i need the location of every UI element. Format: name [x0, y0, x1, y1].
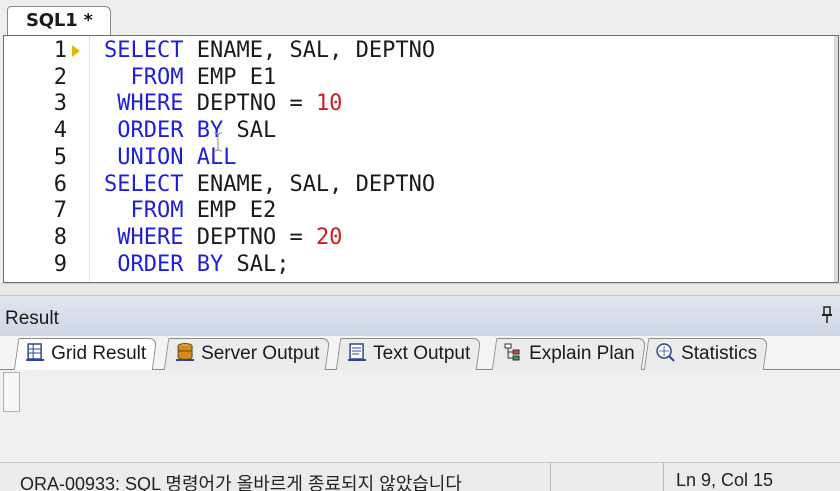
tab-explain-plan-label: Explain Plan: [529, 343, 635, 364]
line-number: 4: [53, 118, 67, 144]
sql-text: SAL;: [223, 251, 290, 277]
tab-grid-result[interactable]: Grid Result: [13, 338, 158, 371]
code-text: WHERE DEPTNO = 10: [104, 91, 342, 117]
database-icon: [176, 343, 195, 361]
explain-plan-icon: [504, 343, 520, 361]
code-text: ORDER BY SAL;: [104, 252, 289, 278]
code-text: FROM EMP E2: [104, 198, 277, 224]
line-number: 5: [53, 144, 67, 170]
code-line[interactable]: 3 WHERE DEPTNO = 10: [4, 91, 824, 117]
result-grid[interactable]: [0, 370, 840, 462]
panel-splitter[interactable]: [0, 283, 840, 295]
status-message: ORA-00933: SQL 명령어가 올바르게 종료되지 않았습니다: [0, 463, 551, 491]
tab-statistics[interactable]: Statistics: [643, 338, 769, 370]
mouse-ibeam-cursor-icon: [213, 132, 223, 152]
code-line[interactable]: 7 FROM EMP E2: [4, 198, 824, 224]
current-line-arrow-icon: [72, 45, 80, 57]
code-text: WHERE DEPTNO = 20: [104, 225, 342, 251]
code-text: FROM EMP E1: [104, 64, 277, 91]
result-tabs: Grid Result Server Output Text Output Ex…: [0, 336, 840, 371]
tab-statistics-label: Statistics: [681, 343, 758, 364]
sql-keyword: FROM: [130, 198, 184, 224]
sql-keyword: WHERE: [117, 224, 184, 250]
line-number: 6: [53, 171, 67, 197]
line-number: 3: [53, 91, 67, 117]
tab-server-output-label: Server Output: [201, 343, 320, 364]
code-line[interactable]: 5 UNION ALL: [4, 145, 824, 171]
sql-editor[interactable]: 1 SELECT ENAME, SAL, DEPTNO 2 FROM EMP E1 3…: [3, 35, 839, 283]
code-text: SELECT ENAME, SAL, DEPTNO: [104, 172, 435, 198]
status-spacer: [552, 463, 664, 491]
sql-number: 10: [315, 91, 343, 117]
sql-text: EMP E2: [183, 198, 277, 224]
statistics-icon: [656, 343, 675, 362]
editor-tab-sql1[interactable]: SQL1 *: [7, 6, 111, 36]
sql-text: DEPTNO =: [183, 91, 316, 117]
code-text: SELECT ENAME, SAL, DEPTNO: [104, 38, 435, 64]
tab-server-output[interactable]: Server Output: [163, 338, 331, 370]
line-number: 1: [53, 38, 67, 63]
sql-text: DEPTNO =: [183, 224, 316, 250]
code-line[interactable]: 1 SELECT ENAME, SAL, DEPTNO: [4, 38, 824, 64]
status-bar: ORA-00933: SQL 명령어가 올바르게 종료되지 않았습니다 Ln 9…: [0, 462, 840, 491]
grid-row-header[interactable]: [3, 372, 20, 412]
line-number: 7: [53, 198, 67, 224]
editor-tab-strip: SQL1 *: [0, 0, 840, 36]
sql-text: ENAME, SAL, DEPTNO: [183, 171, 436, 197]
line-number: 8: [53, 224, 67, 250]
code-text: ORDER BY SAL: [104, 118, 276, 144]
tab-grid-result-label: Grid Result: [51, 343, 147, 364]
sql-keyword: ORDER BY: [117, 251, 224, 277]
sql-keyword: ORDER BY: [117, 118, 224, 144]
sql-keyword: SELECT: [104, 171, 184, 197]
pin-icon[interactable]: [820, 306, 834, 324]
cursor-position: Ln 9, Col 15: [676, 470, 774, 490]
sql-number: 20: [315, 224, 343, 250]
line-number: 2: [53, 64, 67, 90]
code-line[interactable]: 8 WHERE DEPTNO = 20: [4, 225, 824, 251]
tab-text-output[interactable]: Text Output: [335, 338, 482, 370]
sql-keyword: WHERE: [117, 91, 184, 117]
sql-text: EMP E1: [183, 64, 277, 90]
code-line[interactable]: 9 ORDER BY SAL;: [4, 252, 824, 278]
text-output-icon: [348, 343, 367, 361]
sql-text: SAL: [223, 118, 277, 144]
line-number: 9: [53, 251, 67, 277]
grid-icon: [26, 343, 45, 361]
tab-explain-plan[interactable]: Explain Plan: [491, 338, 646, 370]
sql-keyword: SELECT: [104, 38, 184, 63]
result-panel-title: Result: [5, 308, 59, 329]
result-panel-header: Result: [0, 295, 840, 336]
sql-text: ENAME, SAL, DEPTNO: [183, 38, 436, 63]
code-line[interactable]: 4 ORDER BY SAL: [4, 118, 824, 144]
code-line[interactable]: 2 FROM EMP E1: [4, 65, 824, 91]
tab-text-output-label: Text Output: [373, 343, 471, 364]
sql-keyword: FROM: [130, 64, 184, 90]
code-line[interactable]: 6 SELECT ENAME, SAL, DEPTNO: [4, 172, 824, 198]
